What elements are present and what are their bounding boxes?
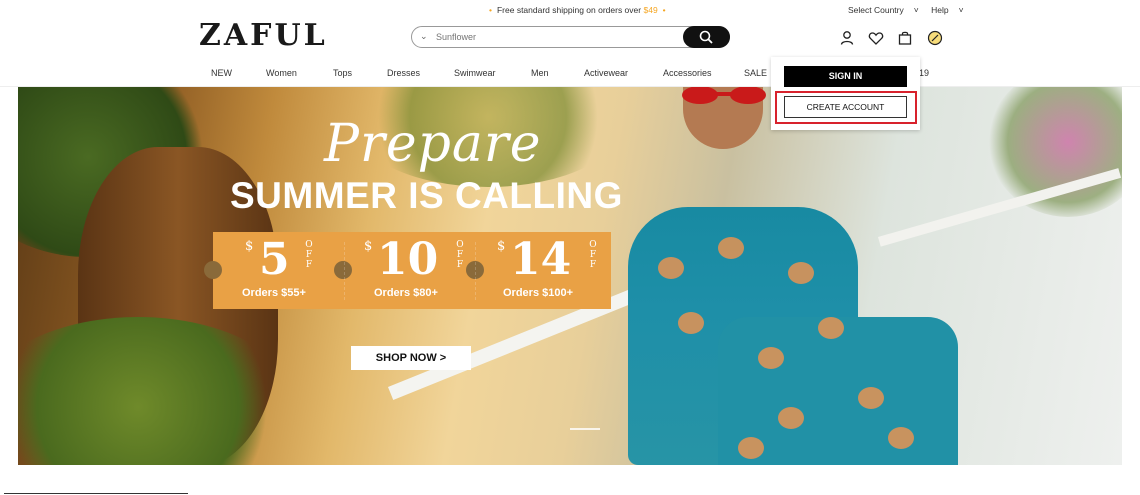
heart-icon[interactable] (868, 30, 884, 46)
site-logo[interactable]: ZAFUL (199, 18, 328, 53)
search-bar: ⌄ (411, 26, 730, 48)
shipping-text: Free standard shipping on orders over (496, 5, 642, 15)
language-icon[interactable] (927, 30, 943, 46)
search-input[interactable] (436, 30, 676, 44)
top-bar: • Free standard shipping on orders over $… (0, 0, 1140, 20)
nav-item-women[interactable]: Women (266, 68, 297, 78)
nav-item-19[interactable]: 19 (919, 68, 929, 78)
account-dropdown: SIGN IN CREATE ACCOUNT (771, 57, 920, 130)
shipping-amount: $49 (643, 5, 658, 15)
sunglasses-image (682, 87, 766, 104)
nav-item-swimwear[interactable]: Swimwear (454, 68, 496, 78)
hero-banner[interactable]: Prepare SUMMER IS CALLING $ 5 OFF Orders… (18, 87, 1122, 465)
coupon-strip: $ 5 OFF Orders $55+ $ 10 OFF Orders $80+… (204, 232, 611, 309)
nav-item-tops[interactable]: Tops (333, 68, 352, 78)
coupon-offer: $ 14 OFF Orders $100+ (497, 234, 597, 299)
bag-icon[interactable] (897, 30, 913, 46)
help-link[interactable]: Help ˅ (931, 5, 963, 15)
main-nav: NEW Women Tops Dresses Swimwear Men Acti… (0, 66, 1140, 82)
coupon-offer: $ 10 OFF Orders $80+ (364, 234, 464, 299)
sign-in-button[interactable]: SIGN IN (784, 66, 907, 87)
top-links: Select Country ˅ Help ˅ (848, 5, 974, 15)
shipping-notice: • Free standard shipping on orders over $… (489, 5, 666, 15)
carousel-indicator[interactable] (570, 428, 600, 430)
nav-item-activewear[interactable]: Activewear (584, 68, 628, 78)
chevron-down-icon[interactable]: ⌄ (420, 31, 428, 42)
create-account-button[interactable]: CREATE ACCOUNT (784, 96, 907, 118)
bottom-divider (4, 493, 188, 494)
nav-item-accessories[interactable]: Accessories (663, 68, 712, 78)
search-button[interactable] (683, 26, 730, 48)
banner-script-title: Prepare (324, 114, 542, 174)
nav-item-men[interactable]: Men (531, 68, 549, 78)
nav-item-new[interactable]: NEW (211, 68, 232, 78)
nav-item-sale[interactable]: SALE (744, 68, 767, 78)
search-icon (699, 30, 713, 44)
user-icon[interactable] (839, 30, 855, 46)
banner-headline: SUMMER IS CALLING (230, 175, 623, 216)
nav-item-dresses[interactable]: Dresses (387, 68, 420, 78)
shop-now-button[interactable]: SHOP NOW > (351, 346, 471, 370)
select-country-link[interactable]: Select Country ˅ (848, 5, 919, 15)
flowers-image (988, 87, 1122, 217)
coupon-offer: $ 5 OFF Orders $55+ (242, 234, 313, 299)
